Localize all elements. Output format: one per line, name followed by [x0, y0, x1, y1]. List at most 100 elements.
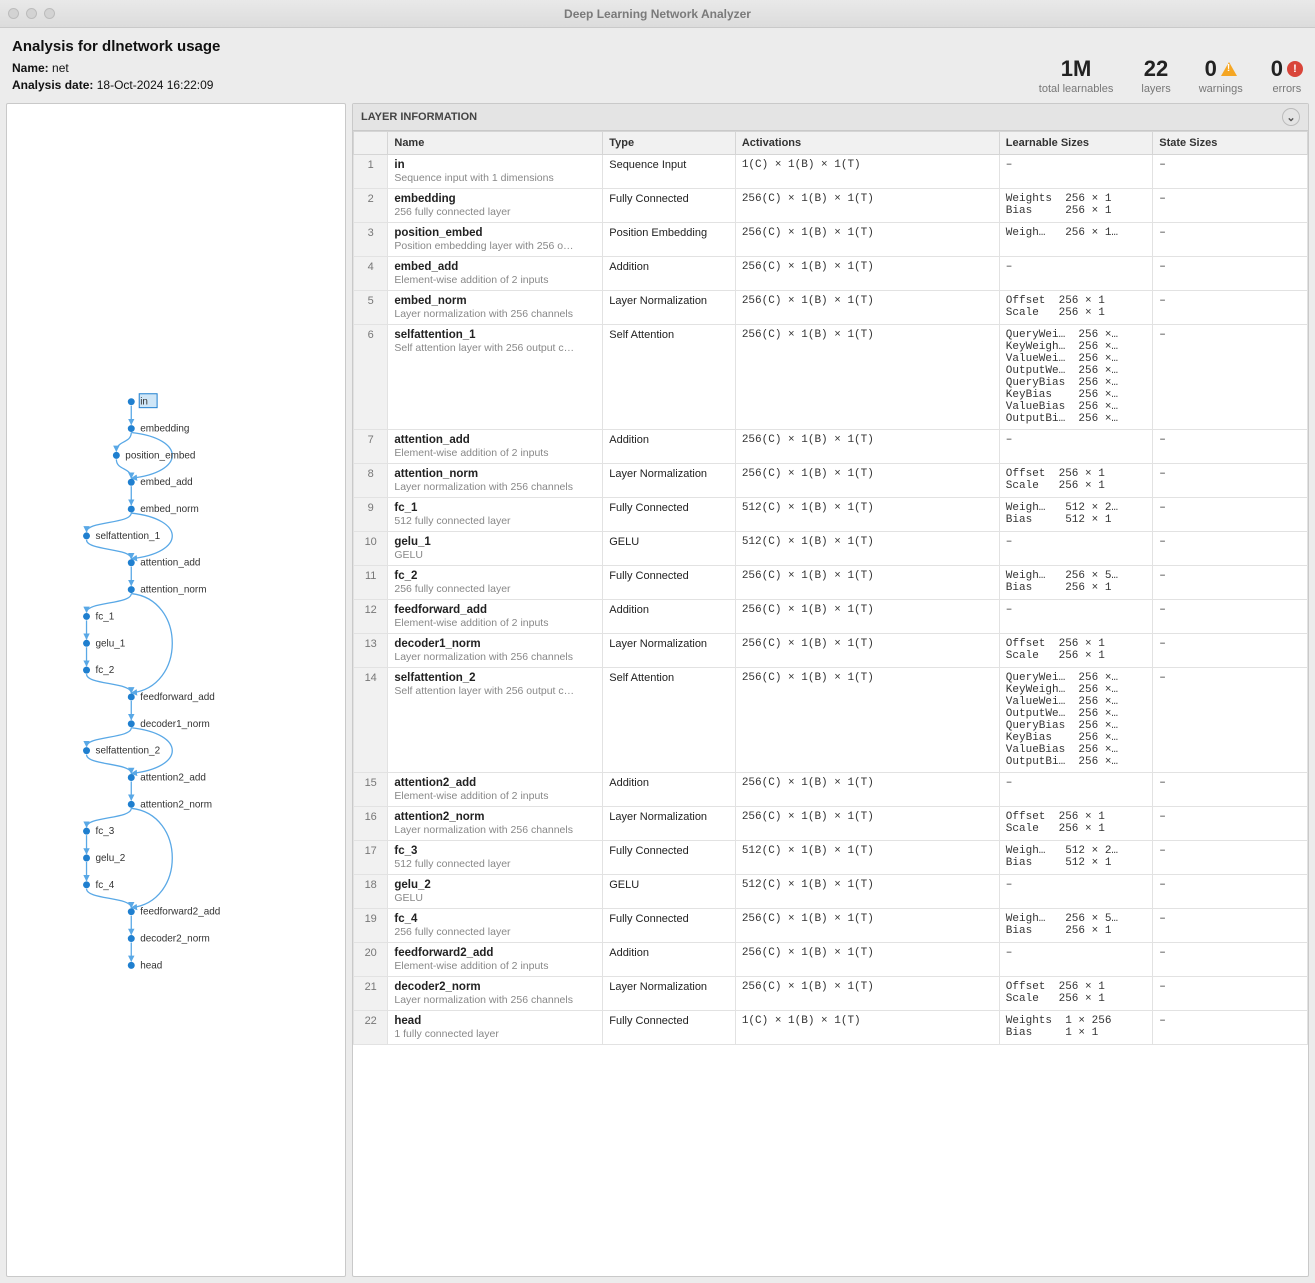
graph-node[interactable] [83, 881, 90, 888]
cell-state: – [1153, 566, 1308, 600]
table-row[interactable]: 21decoder2_normLayer normalization with … [354, 977, 1308, 1011]
network-graph[interactable]: inembeddingposition_embedembed_addembed_… [7, 104, 345, 1276]
graph-node-label: head [140, 960, 162, 971]
warning-icon [1221, 62, 1237, 76]
table-row[interactable]: 4embed_addElement-wise addition of 2 inp… [354, 257, 1308, 291]
table-row[interactable]: 22head1 fully connected layerFully Conne… [354, 1011, 1308, 1045]
cell-name: selfattention_1Self attention layer with… [388, 325, 603, 430]
cell-activations: 512(C) × 1(B) × 1(T) [735, 875, 999, 909]
graph-node[interactable] [113, 452, 120, 459]
graph-node[interactable] [128, 720, 135, 727]
col-type[interactable]: Type [603, 132, 736, 155]
graph-node-label: embed_add [140, 477, 193, 488]
row-index: 5 [354, 291, 388, 325]
graph-node-label: embed_norm [140, 504, 199, 515]
cell-state: – [1153, 807, 1308, 841]
graph-node[interactable] [83, 640, 90, 647]
graph-node[interactable] [128, 908, 135, 915]
col-index[interactable] [354, 132, 388, 155]
analysis-header: Analysis for dlnetwork usage Name: net A… [0, 28, 1315, 103]
table-row[interactable]: 8attention_normLayer normalization with … [354, 464, 1308, 498]
col-name[interactable]: Name [388, 132, 603, 155]
table-row[interactable]: 5embed_normLayer normalization with 256 … [354, 291, 1308, 325]
table-row[interactable]: 6selfattention_1Self attention layer wit… [354, 325, 1308, 430]
graph-node-label: decoder1_norm [140, 719, 210, 730]
table-row[interactable]: 10gelu_1GELUGELU512(C) × 1(B) × 1(T)–– [354, 532, 1308, 566]
col-state[interactable]: State Sizes [1153, 132, 1308, 155]
graph-node[interactable] [128, 962, 135, 969]
cell-activations: 256(C) × 1(B) × 1(T) [735, 325, 999, 430]
table-row[interactable]: 1inSequence input with 1 dimensionsSeque… [354, 155, 1308, 189]
col-activations[interactable]: Activations [735, 132, 999, 155]
graph-node-label: feedforward_add [140, 692, 215, 703]
graph-node[interactable] [83, 532, 90, 539]
table-row[interactable]: 18gelu_2GELUGELU512(C) × 1(B) × 1(T)–– [354, 875, 1308, 909]
graph-node[interactable] [83, 828, 90, 835]
table-row[interactable]: 16attention2_normLayer normalization wit… [354, 807, 1308, 841]
table-row[interactable]: 19fc_4256 fully connected layerFully Con… [354, 909, 1308, 943]
graph-node[interactable] [83, 613, 90, 620]
graph-node[interactable] [128, 506, 135, 513]
cell-learnable: Offset 256 × 1 Scale 256 × 1 [999, 464, 1152, 498]
table-row[interactable]: 20feedforward2_addElement-wise addition … [354, 943, 1308, 977]
table-row[interactable]: 2embedding256 fully connected layerFully… [354, 189, 1308, 223]
cell-learnable: Offset 256 × 1 Scale 256 × 1 [999, 807, 1152, 841]
cell-name: decoder1_normLayer normalization with 25… [388, 634, 603, 668]
graph-node-label: attention2_norm [140, 799, 212, 810]
table-row[interactable]: 3position_embedPosition embedding layer … [354, 223, 1308, 257]
table-row[interactable]: 11fc_2256 fully connected layerFully Con… [354, 566, 1308, 600]
table-row[interactable]: 17fc_3512 fully connected layerFully Con… [354, 841, 1308, 875]
graph-node[interactable] [83, 855, 90, 862]
graph-node-label: selfattention_2 [95, 746, 160, 757]
table-row[interactable]: 7attention_addElement-wise addition of 2… [354, 430, 1308, 464]
cell-learnable: – [999, 875, 1152, 909]
cell-name: feedforward2_addElement-wise addition of… [388, 943, 603, 977]
row-index: 8 [354, 464, 388, 498]
graph-node[interactable] [83, 667, 90, 674]
cell-state: – [1153, 223, 1308, 257]
cell-state: – [1153, 773, 1308, 807]
cell-activations: 256(C) × 1(B) × 1(T) [735, 909, 999, 943]
table-row[interactable]: 9fc_1512 fully connected layerFully Conn… [354, 498, 1308, 532]
graph-node[interactable] [128, 693, 135, 700]
cell-state: – [1153, 189, 1308, 223]
cell-state: – [1153, 464, 1308, 498]
stat-learnables: 1M total learnables [1039, 56, 1114, 95]
table-row[interactable]: 12feedforward_addElement-wise addition o… [354, 600, 1308, 634]
graph-node[interactable] [128, 774, 135, 781]
cell-name: gelu_2GELU [388, 875, 603, 909]
cell-type: Addition [603, 430, 736, 464]
table-row[interactable]: 15attention2_addElement-wise addition of… [354, 773, 1308, 807]
table-row[interactable]: 13decoder1_normLayer normalization with … [354, 634, 1308, 668]
cell-learnable: Offset 256 × 1 Scale 256 × 1 [999, 977, 1152, 1011]
cell-learnable: Weigh… 512 × 2… Bias 512 × 1 [999, 841, 1152, 875]
graph-node[interactable] [128, 801, 135, 808]
cell-type: Fully Connected [603, 189, 736, 223]
cell-learnable: Weigh… 512 × 2… Bias 512 × 1 [999, 498, 1152, 532]
graph-node[interactable] [128, 559, 135, 566]
graph-node[interactable] [83, 747, 90, 754]
cell-state: – [1153, 291, 1308, 325]
collapse-icon[interactable]: ⌄ [1282, 108, 1300, 126]
cell-activations: 256(C) × 1(B) × 1(T) [735, 807, 999, 841]
cell-activations: 512(C) × 1(B) × 1(T) [735, 532, 999, 566]
cell-name: fc_2256 fully connected layer [388, 566, 603, 600]
col-learnable[interactable]: Learnable Sizes [999, 132, 1152, 155]
cell-type: Fully Connected [603, 1011, 736, 1045]
table-row[interactable]: 14selfattention_2Self attention layer wi… [354, 668, 1308, 773]
cell-state: – [1153, 1011, 1308, 1045]
cell-type: Layer Normalization [603, 464, 736, 498]
graph-node[interactable] [128, 398, 135, 405]
cell-activations: 256(C) × 1(B) × 1(T) [735, 464, 999, 498]
graph-node[interactable] [128, 479, 135, 486]
cell-name: head1 fully connected layer [388, 1011, 603, 1045]
cell-learnable: QueryWei… 256 ×… KeyWeigh… 256 ×… ValueW… [999, 325, 1152, 430]
graph-node[interactable] [128, 425, 135, 432]
cell-name: attention_normLayer normalization with 2… [388, 464, 603, 498]
cell-state: – [1153, 325, 1308, 430]
network-graph-panel[interactable]: inembeddingposition_embedembed_addembed_… [6, 103, 346, 1277]
section-title: LAYER INFORMATION [361, 111, 477, 123]
graph-node[interactable] [128, 586, 135, 593]
cell-activations: 256(C) × 1(B) × 1(T) [735, 943, 999, 977]
graph-node[interactable] [128, 935, 135, 942]
